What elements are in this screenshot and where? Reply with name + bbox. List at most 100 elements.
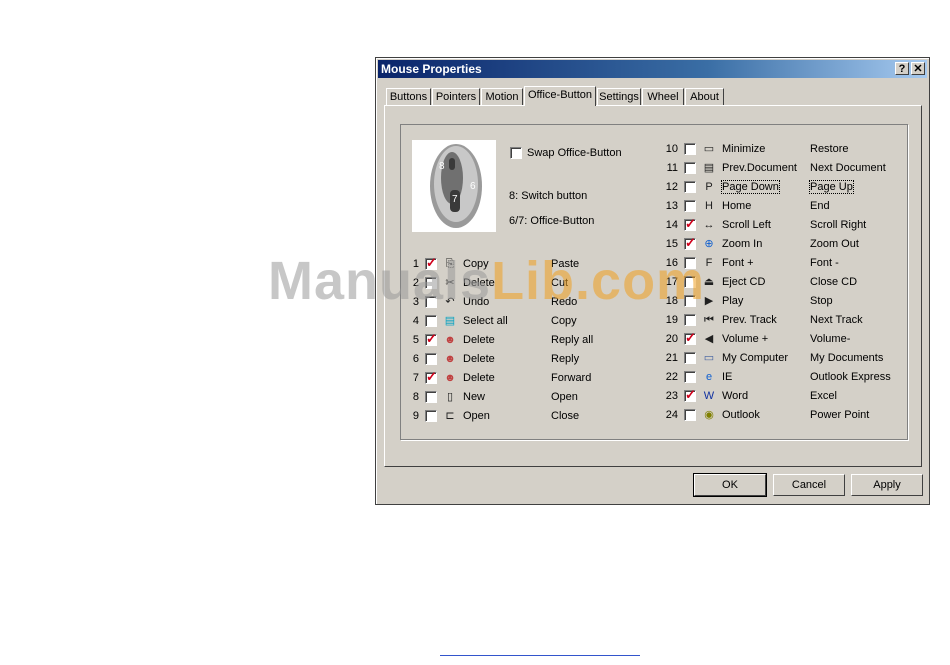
new-icon: ▯ (446, 391, 454, 403)
button-enable-checkbox[interactable]: ✓ (684, 331, 696, 345)
primary-action-label: IE (722, 371, 733, 383)
tab-pointers[interactable]: Pointers (432, 88, 480, 105)
right-button-row: 13 H Home End (666, 200, 910, 218)
row-number: 21 (665, 352, 678, 364)
tab-office-button[interactable]: Office-Button (524, 86, 596, 106)
row-number: 6 (412, 353, 419, 365)
swap-office-button-checkbox[interactable] (510, 147, 522, 159)
outlook-icon: ◉ (704, 409, 714, 421)
row-number: 7 (412, 372, 419, 384)
primary-action-label: Volume + (722, 333, 769, 345)
secondary-action-label: Next Document (810, 162, 886, 174)
tab-buttons[interactable]: Buttons (386, 88, 431, 105)
button-enable-checkbox[interactable] (425, 353, 437, 365)
secondary-action-label: Font - (810, 257, 839, 269)
row-number: 5 (412, 334, 419, 346)
row-number: 24 (665, 409, 678, 421)
secondary-action-label: Reply all (551, 334, 594, 346)
svg-text:7: 7 (452, 194, 458, 205)
secondary-action-label: Excel (810, 390, 837, 402)
secondary-action-label: Forward (551, 372, 592, 384)
window-title: Mouse Properties (381, 62, 482, 76)
switch-button-text: 8: Switch button (509, 190, 588, 202)
button-enable-checkbox[interactable]: ✓ (684, 216, 696, 231)
button-enable-checkbox[interactable] (684, 181, 696, 193)
primary-action-label: Prev.Document (722, 162, 797, 174)
tab-motion[interactable]: Motion (481, 88, 523, 105)
manualslib-watermark: ManualsLib.com (268, 251, 706, 311)
svg-text:6: 6 (470, 181, 476, 192)
primary-action-label: Delete (463, 334, 495, 346)
row-number: 9 (412, 410, 419, 422)
right-button-row: 10 ▭ Minimize Restore (666, 143, 910, 161)
button-enable-checkbox[interactable]: ✓ (425, 370, 437, 384)
secondary-action-label: Close (551, 410, 580, 422)
right-button-row: 11 ▤ Prev.Document Next Document (667, 162, 910, 180)
forward-icon: ☻ (444, 372, 456, 384)
secondary-action-label: Scroll Right (810, 219, 867, 231)
cancel-button[interactable]: Cancel (773, 474, 845, 496)
left-button-row: 9 ⊏ Open Close (411, 410, 651, 428)
primary-action-label: Delete (463, 372, 495, 384)
row-number: 10 (665, 143, 678, 155)
primary-action-label: Scroll Left (722, 219, 771, 231)
help-button[interactable]: ? (895, 62, 909, 75)
right-button-row: 23 ✓ W Word Excel (666, 388, 910, 408)
secondary-action-label: Stop (810, 295, 833, 307)
primary-action-label: New (463, 391, 486, 403)
ok-button[interactable]: OK (693, 473, 767, 497)
open-icon: ⊏ (445, 410, 455, 422)
primary-action-label: My Computer (722, 352, 789, 364)
right-button-row: 24 ◉ Outlook Power Point (666, 409, 910, 427)
button-enable-checkbox[interactable] (684, 200, 696, 212)
primary-action-label: Font + (722, 257, 754, 269)
button-enable-checkbox[interactable] (425, 410, 437, 422)
right-button-row: 22 e IE Outlook Express (666, 371, 910, 389)
primary-action-label: Select all (463, 315, 508, 327)
right-button-row: 15 ✓ ⊕ Zoom In Zoom Out (666, 236, 910, 256)
button-enable-checkbox[interactable] (684, 162, 696, 174)
primary-action-label: Eject CD (722, 276, 766, 288)
secondary-action-label: Close CD (810, 276, 858, 288)
title-bar[interactable]: Mouse Properties ? ✕ (378, 60, 927, 78)
select-all-icon: ▤ (444, 315, 456, 327)
primary-action-label: Play (722, 295, 744, 307)
check-mark-icon: ✓ (685, 216, 696, 231)
button-enable-checkbox[interactable] (425, 391, 437, 403)
button-enable-checkbox[interactable] (684, 352, 696, 364)
left-button-row: 5 ✓ ☻ Delete Reply all (411, 332, 651, 352)
prev-track-icon: ⏮ (704, 314, 714, 326)
button-enable-checkbox[interactable] (684, 314, 696, 326)
zoom-icon: ⊕ (704, 238, 714, 250)
tab-about[interactable]: About (685, 88, 724, 105)
secondary-action-label: Page Up (809, 180, 854, 194)
primary-action-label: Home (722, 200, 752, 212)
secondary-action-label: End (810, 200, 830, 212)
tab-settings[interactable]: Settings (597, 88, 641, 105)
home-icon: H (705, 200, 713, 212)
secondary-action-label: Copy (551, 315, 577, 327)
button-enable-checkbox[interactable]: ✓ (684, 236, 696, 250)
secondary-action-label: Power Point (810, 409, 870, 421)
row-number: 12 (665, 181, 678, 193)
button-enable-checkbox[interactable] (425, 315, 437, 327)
secondary-action-label: Open (551, 391, 578, 403)
button-enable-checkbox[interactable]: ✓ (684, 388, 696, 402)
office-button-text: 6/7: Office-Button (509, 215, 595, 227)
footer-link-line[interactable] (440, 655, 640, 656)
reply-all-icon: ☻ (444, 334, 456, 346)
button-enable-checkbox[interactable]: ✓ (425, 332, 437, 346)
tab-wheel[interactable]: Wheel (642, 88, 684, 105)
page-icon: P (705, 181, 713, 193)
swap-office-button-label[interactable]: Swap Office-Button (527, 147, 622, 159)
button-enable-checkbox[interactable] (684, 143, 696, 155)
button-enable-checkbox[interactable] (684, 371, 696, 383)
scroll-icon: ↔ (703, 219, 715, 231)
secondary-action-label: Next Track (810, 314, 863, 326)
right-button-row: 17 ⏏ Eject CD Close CD (666, 276, 910, 294)
row-number: 11 (666, 162, 678, 174)
close-button[interactable]: ✕ (911, 62, 925, 75)
apply-button[interactable]: Apply (851, 474, 923, 496)
button-enable-checkbox[interactable] (684, 409, 696, 421)
left-button-row: 8 ▯ New Open (411, 391, 651, 409)
